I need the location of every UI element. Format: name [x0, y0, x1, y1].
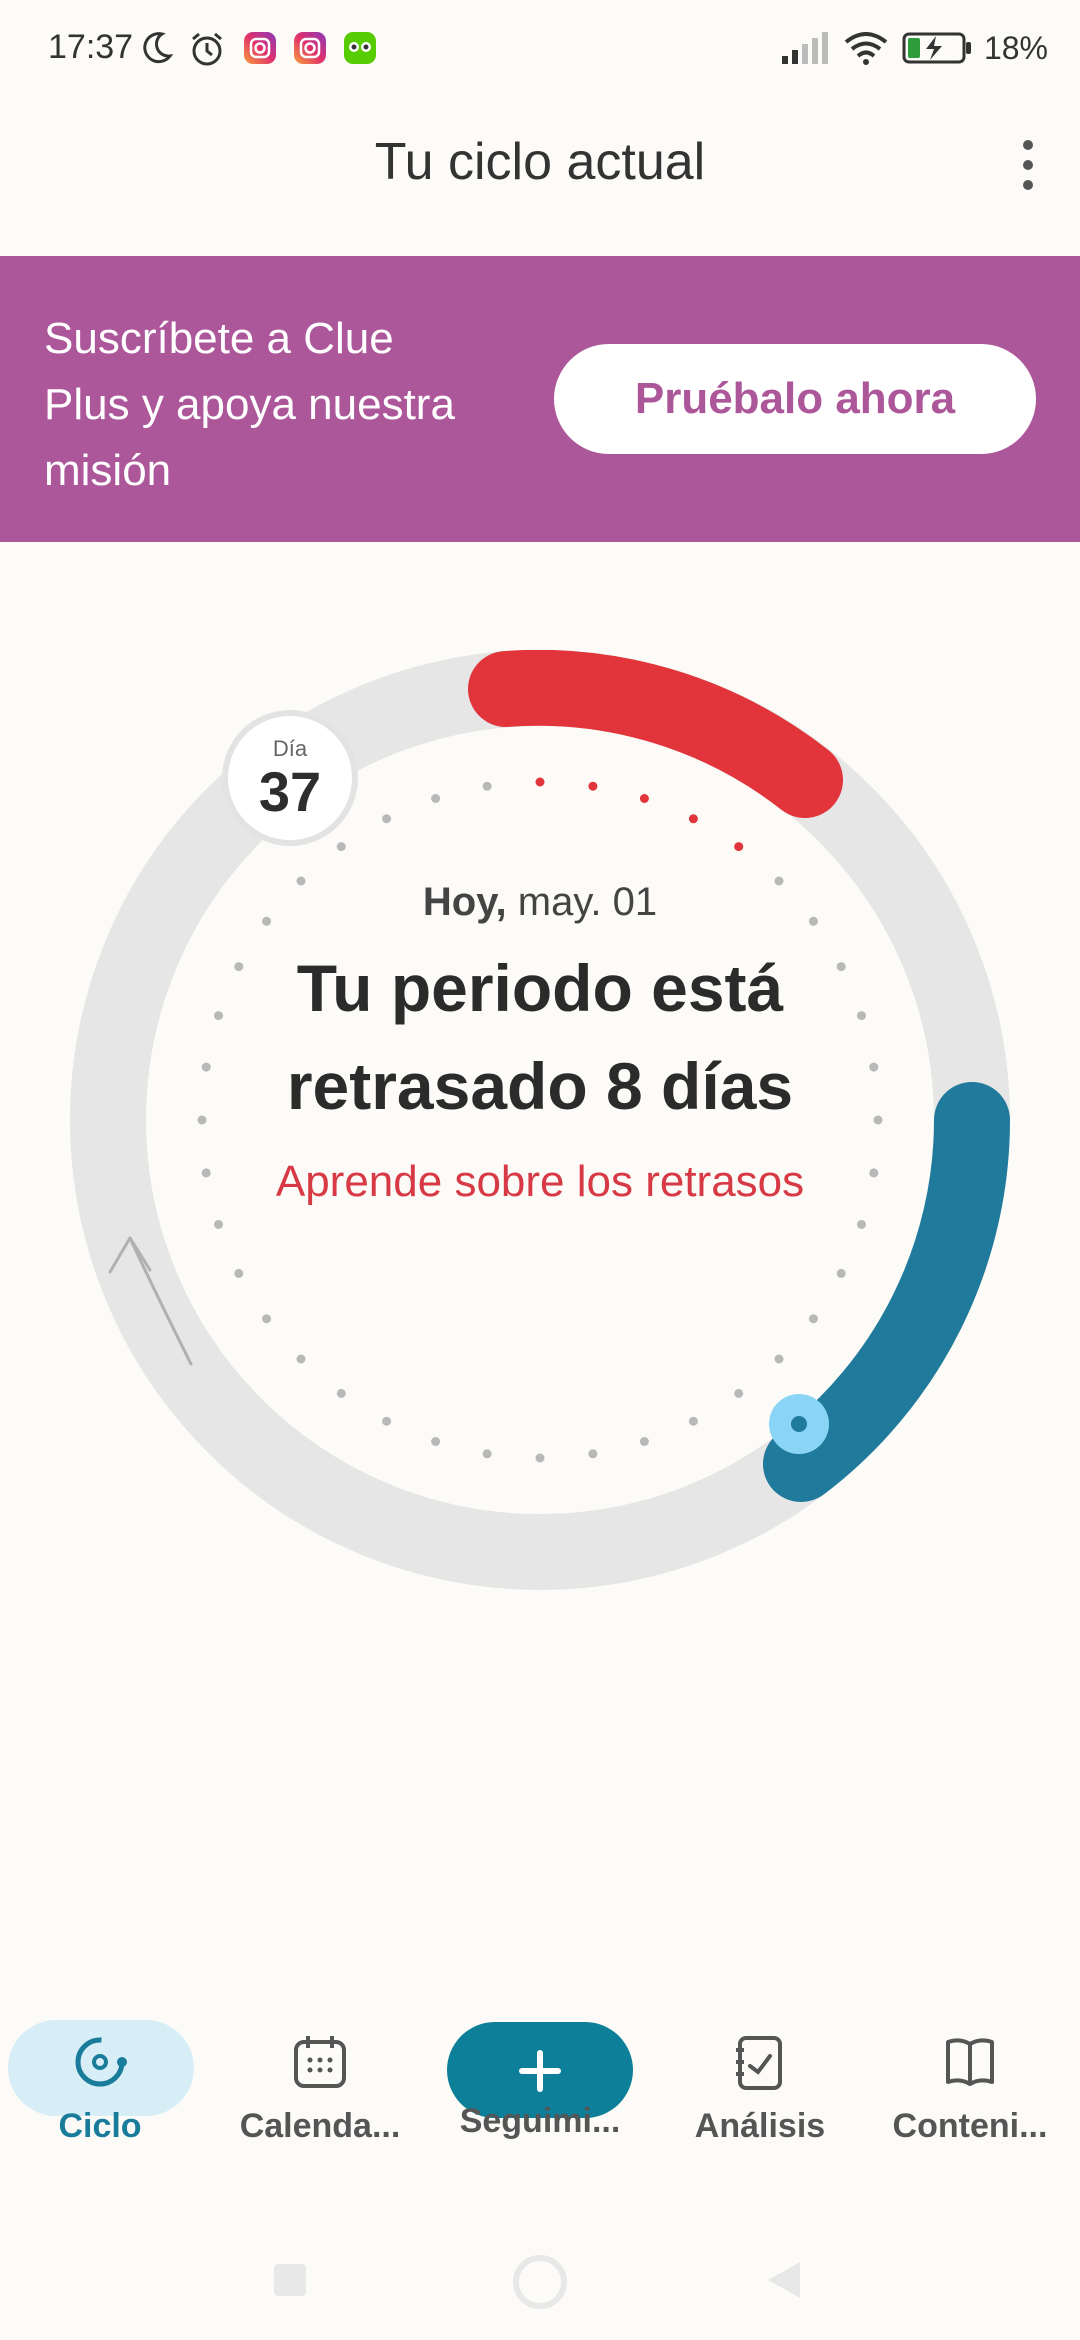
cycle-day-dot — [688, 1416, 698, 1426]
cycle-day-dot — [588, 781, 598, 791]
cycle-day-dot — [535, 1453, 545, 1463]
cycle-day-dot — [201, 1062, 211, 1072]
back-icon[interactable] — [760, 2258, 808, 2302]
cycle-day-dot — [639, 1437, 649, 1446]
banner-text: Suscríbete a Clue Plus y apoya nuestra m… — [44, 314, 455, 495]
moon-icon — [143, 32, 174, 64]
cycle-day-dot — [296, 1354, 306, 1364]
cycle-day-dot — [588, 1449, 598, 1459]
cycle-day-dot — [734, 842, 744, 852]
cycle-day-dot — [869, 1062, 879, 1072]
cycle-day-dot — [639, 794, 649, 803]
instagram-icon — [294, 32, 326, 64]
system-nav-bar — [0, 2210, 1080, 2340]
page-title: Tu ciclo actual — [374, 133, 706, 191]
tab-label: Calenda... — [239, 2107, 401, 2145]
day-number: 37 — [258, 760, 322, 823]
learn-about-delays-link[interactable]: Aprende sobre los retrasos — [240, 1149, 840, 1215]
analysis-icon — [736, 2036, 782, 2090]
tab-label: Análisis — [694, 2107, 826, 2145]
period-arc — [468, 650, 843, 818]
book-icon — [946, 2038, 994, 2086]
cycle-day-dot — [336, 842, 346, 852]
cycle-icon — [75, 2037, 127, 2087]
cycle-day-dot — [336, 1388, 346, 1398]
day-badge: Día 37 — [222, 710, 358, 846]
recent-apps-icon[interactable] — [270, 2260, 310, 2300]
cycle-day-dot — [262, 1314, 272, 1324]
tab-content[interactable]: Conteni... — [870, 2020, 1070, 2146]
cycle-day-dot — [857, 1219, 866, 1229]
tab-cycle[interactable]: Ciclo — [0, 2020, 200, 2146]
cycle-day-dot — [688, 814, 698, 824]
cycle-day-dot — [774, 1354, 784, 1364]
signal-icon — [782, 32, 828, 64]
today-date: Hoy, may. 01 — [240, 880, 840, 925]
bottom-nav: Ciclo Calenda... Seguimi... Análisis Con… — [0, 1990, 1080, 2200]
subscription-banner: Suscríbete a Clue Plus y apoya nuestra m… — [0, 256, 1080, 542]
wifi-icon — [844, 32, 888, 65]
status-time: 17:37 — [48, 28, 134, 66]
status-bar: 17:37 18% — [0, 0, 1080, 100]
cycle-summary: Hoy, may. 01 Tu periodo está retrasado 8… — [240, 880, 840, 1215]
battery-percent: 18% — [983, 30, 1048, 66]
cycle-day-dot — [535, 777, 545, 787]
cycle-day-dot — [382, 814, 392, 824]
tab-tracking[interactable]: Seguimi... — [440, 2020, 640, 2141]
cycle-day-dot — [482, 781, 492, 791]
date-value: may. 01 — [517, 880, 658, 924]
cycle-day-dot — [482, 1449, 492, 1459]
cycle-day-dot — [873, 1115, 883, 1125]
battery-icon — [902, 32, 971, 64]
cycle-day-dot — [197, 1115, 207, 1125]
cycle-day-dot — [431, 1437, 441, 1446]
home-icon[interactable] — [512, 2254, 568, 2310]
duolingo-icon — [344, 32, 376, 64]
cycle-day-dot — [201, 1168, 211, 1178]
tab-label: Ciclo — [58, 2107, 142, 2145]
cycle-day-dot — [214, 1011, 223, 1021]
plus-icon — [510, 2032, 570, 2092]
tab-label: Seguimi... — [459, 2102, 621, 2140]
cycle-day-dot — [808, 1314, 818, 1324]
cycle-day-dot — [857, 1011, 866, 1021]
cycle-day-dot — [234, 1268, 244, 1278]
calendar-icon — [294, 2036, 346, 2088]
day-label: Día — [272, 736, 308, 761]
tab-analysis[interactable]: Análisis — [660, 2020, 860, 2146]
instagram-icon — [244, 32, 276, 64]
more-options-icon[interactable] — [1016, 140, 1040, 196]
cycle-day-dot — [869, 1168, 879, 1178]
cycle-day-dot — [214, 1219, 223, 1229]
try-now-button[interactable]: Pruébalo ahora — [554, 344, 1036, 454]
tab-calendar[interactable]: Calenda... — [220, 2020, 420, 2146]
cycle-day-dot — [382, 1416, 392, 1426]
today-label: Hoy, — [422, 880, 507, 924]
period-status-headline: Tu periodo está retrasado 8 días — [286, 951, 794, 1123]
cycle-day-dot — [431, 794, 441, 803]
cycle-day-dot — [836, 1268, 846, 1278]
alarm-icon — [192, 32, 222, 66]
tab-label: Conteni... — [892, 2107, 1048, 2145]
cycle-day-dot — [734, 1388, 744, 1398]
